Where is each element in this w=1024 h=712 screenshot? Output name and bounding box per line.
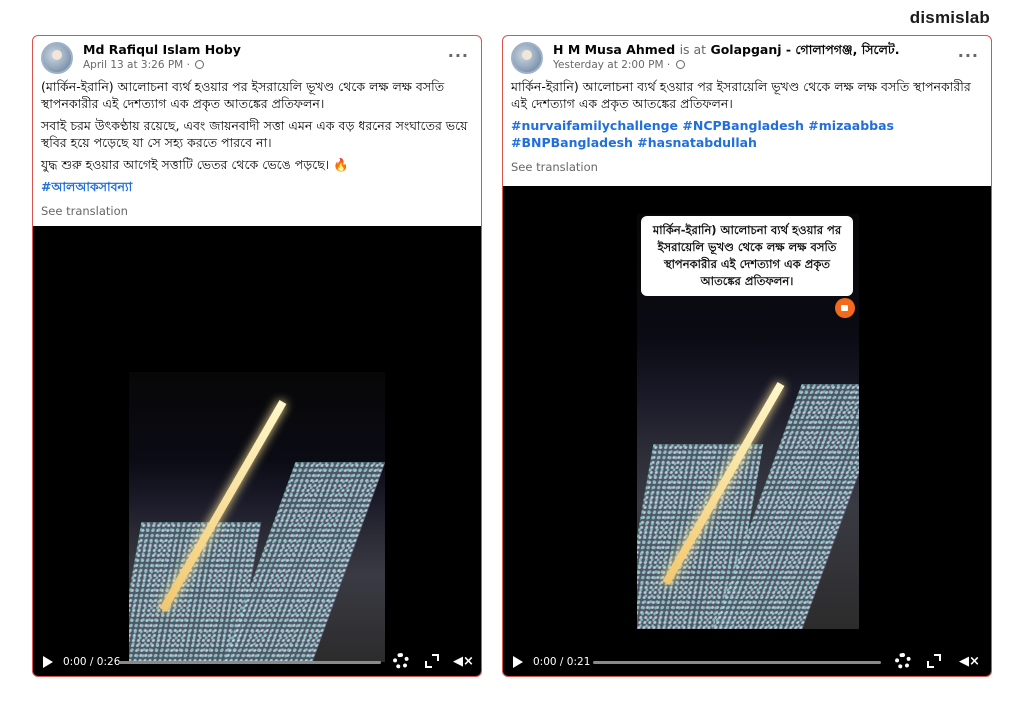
post-header: H M Musa Ahmed is at Golapganj - গোলাপগঞ…	[511, 40, 983, 76]
video-frame	[129, 372, 385, 662]
video-player[interactable]: 0:00 / 0:26 ◀×	[33, 226, 481, 676]
hashtags[interactable]: #nurvaifamilychallenge #NCPBangladesh #m…	[511, 117, 983, 151]
play-icon[interactable]	[513, 656, 523, 668]
hashtags[interactable]: #আলআকসাবন্যা	[41, 178, 473, 195]
video-controls: 0:00 / 0:26 ◀×	[33, 648, 481, 676]
post-header: Md Rafiqul Islam Hoby April 13 at 3:26 P…	[41, 40, 473, 76]
globe-icon	[195, 60, 205, 69]
progress-bar[interactable]	[593, 661, 881, 664]
timestamp-text[interactable]: April 13 at 3:26 PM ·	[83, 59, 190, 71]
post-timestamp[interactable]: Yesterday at 2:00 PM ·	[553, 59, 685, 71]
video-caption-overlay: মার্কিন-ইরানি) আলোচনা ব্যর্থ হওয়ার পর ই…	[641, 216, 853, 296]
fullscreen-icon[interactable]	[927, 654, 941, 668]
video-time: 0:00 / 0:26	[63, 656, 121, 668]
author-name-text[interactable]: Md Rafiqul Islam Hoby	[83, 42, 241, 57]
mute-icon[interactable]: ◀×	[959, 654, 980, 669]
post-paragraph: যুদ্ধ শুরু হওয়ার আগেই সত্তাটি ভেতর থেকে…	[41, 157, 349, 172]
post-paragraph: সবাই চরম উৎকণ্ঠায় রয়েছে, এবং জায়নবাদী…	[41, 118, 468, 150]
more-options-icon[interactable]: ···	[958, 46, 979, 65]
video-controls: 0:00 / 0:21 ◀×	[503, 648, 991, 676]
facebook-post: Md Rafiqul Islam Hoby April 13 at 3:26 P…	[32, 35, 482, 677]
record-icon	[835, 298, 855, 318]
post-timestamp[interactable]: April 13 at 3:26 PM ·	[83, 59, 205, 71]
location-link[interactable]: Golapganj - গোলাপগঞ্জ, সিলেট.	[710, 42, 899, 57]
see-translation-link[interactable]: See translation	[511, 159, 983, 176]
gear-icon[interactable]	[895, 653, 911, 669]
brand-logo: dismislab	[909, 8, 990, 27]
see-translation-link[interactable]: See translation	[41, 203, 473, 220]
post-body: মার্কিন-ইরানি) আলোচনা ব্যর্থ হওয়ার পর ই…	[511, 78, 983, 181]
author-name-text[interactable]: H M Musa Ahmed	[553, 42, 675, 57]
mute-icon[interactable]: ◀×	[453, 654, 474, 669]
more-options-icon[interactable]: ···	[448, 46, 469, 65]
fullscreen-icon[interactable]	[425, 654, 439, 668]
post-body: (মার্কিন-ইরানি) আলোচনা ব্যর্থ হওয়ার পর …	[41, 78, 473, 225]
video-time: 0:00 / 0:21	[533, 656, 591, 668]
play-icon[interactable]	[43, 656, 53, 668]
post-paragraph: (মার্কিন-ইরানি) আলোচনা ব্যর্থ হওয়ার পর …	[41, 79, 445, 111]
author-name[interactable]: Md Rafiqul Islam Hoby	[83, 42, 241, 57]
progress-bar[interactable]	[119, 661, 381, 664]
location-prefix: is at	[679, 42, 707, 57]
video-player[interactable]: মার্কিন-ইরানি) আলোচনা ব্যর্থ হওয়ার পর ই…	[503, 186, 991, 676]
globe-icon	[675, 60, 685, 69]
gear-icon[interactable]	[393, 653, 409, 669]
timestamp-text[interactable]: Yesterday at 2:00 PM ·	[553, 59, 670, 71]
avatar[interactable]	[41, 42, 73, 74]
post-paragraph: মার্কিন-ইরানি) আলোচনা ব্যর্থ হওয়ার পর ই…	[511, 79, 971, 111]
avatar[interactable]	[511, 42, 543, 74]
facebook-post: H M Musa Ahmed is at Golapganj - গোলাপগঞ…	[502, 35, 992, 677]
